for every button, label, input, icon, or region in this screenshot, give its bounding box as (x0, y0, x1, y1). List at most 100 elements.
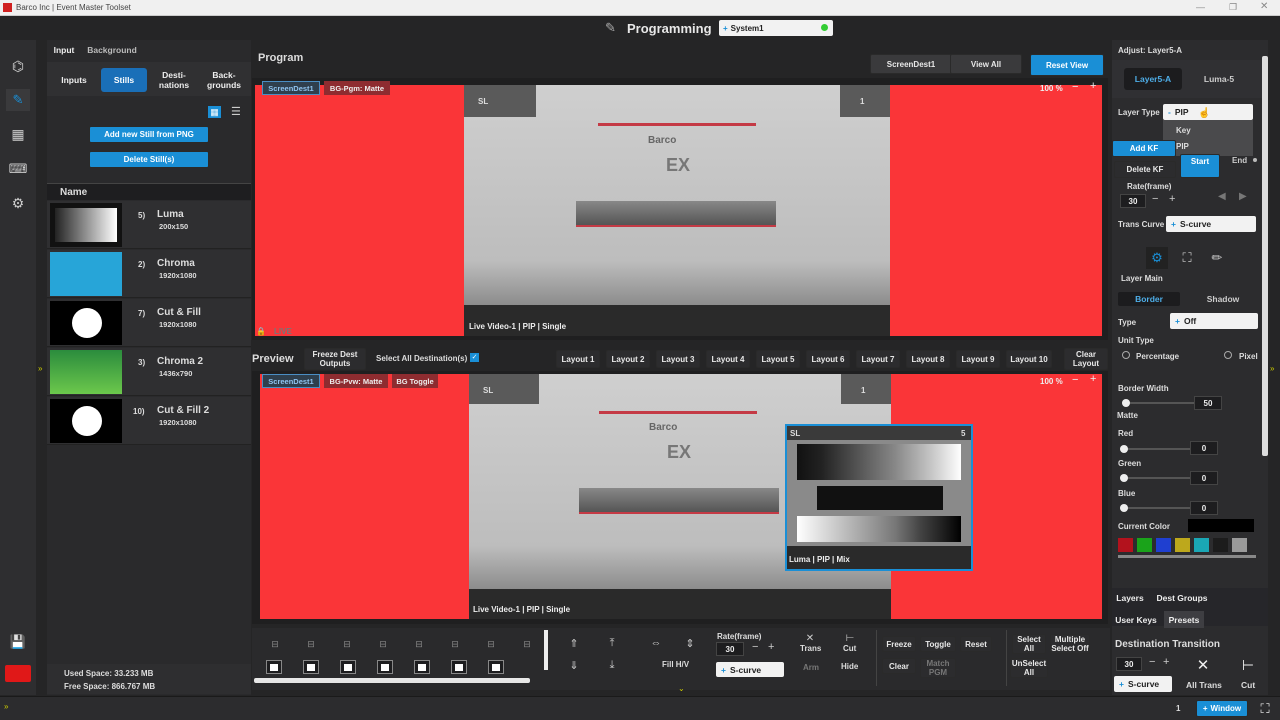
crop-icon[interactable]: ⛶ (1176, 247, 1198, 269)
system-selector[interactable]: + System1 (719, 20, 833, 36)
align-center-v-icon[interactable]: ⊟ (300, 636, 322, 652)
toolbar-curve-select[interactable]: + S-curve (716, 662, 784, 677)
cut-icon[interactable]: ⊢ (840, 632, 860, 644)
layout-button-8[interactable]: Layout 8 (906, 350, 950, 368)
program-canvas[interactable]: SL 1 Barco EX Live Video-1 | PIP | Singl… (252, 78, 1108, 340)
still-list-item[interactable]: 10) Cut & Fill 2 1920x1080 (47, 397, 251, 445)
blue-input[interactable]: 0 (1190, 501, 1218, 515)
subtab-stills[interactable]: Stills (101, 68, 147, 92)
blue-slider[interactable] (1120, 504, 1196, 512)
trans-label[interactable]: Trans (800, 644, 821, 653)
right-collapse-arrow[interactable]: » (1270, 364, 1274, 373)
bg-toggle-tag[interactable]: BG Toggle (392, 374, 438, 388)
distribute-h-icon[interactable]: ⊟ (480, 636, 502, 652)
slider-knob[interactable] (1122, 399, 1130, 407)
bring-forward-icon[interactable]: ⇑ (564, 634, 584, 652)
preview-canvas[interactable]: SL 1 Barco EX Live Video-1 | PIP | Singl… (252, 371, 1108, 624)
type-select[interactable]: + Off (1170, 313, 1258, 329)
clear-layout-button[interactable]: Clear Layout (1064, 348, 1108, 370)
size-preset-icon[interactable] (451, 660, 467, 674)
size-preset-icon[interactable] (340, 660, 356, 674)
percentage-radio[interactable] (1122, 351, 1130, 359)
dest-rate-input[interactable]: 30 (1116, 657, 1142, 671)
tab-dest-groups[interactable]: Dest Groups (1154, 590, 1210, 605)
add-still-button[interactable]: Add new Still from PNG (89, 126, 209, 143)
close-icon[interactable]: ✕ (1260, 1, 1268, 12)
still-list-item[interactable]: 7) Cut & Fill 1920x1080 (47, 299, 251, 347)
horizontal-scrollbar[interactable] (254, 678, 530, 683)
brush-icon[interactable]: ✏ (1206, 247, 1228, 269)
devices-icon[interactable]: ⌬ (6, 55, 30, 77)
view-all-button[interactable]: View All (950, 54, 1022, 74)
tab-input[interactable]: Input (49, 43, 79, 57)
palette-swatch[interactable] (1175, 538, 1190, 552)
size-preset-icon[interactable] (303, 660, 319, 674)
grid-view-icon[interactable]: ▦ (208, 106, 221, 118)
toolbar-expand-arrow[interactable]: ⌄ (678, 684, 685, 693)
toolbar-rate-input[interactable]: 30 (716, 642, 744, 656)
align-right-icon[interactable]: ⊟ (336, 636, 358, 652)
select-all-button[interactable]: Select All (1012, 634, 1046, 654)
border-width-slider[interactable] (1122, 399, 1198, 407)
freeze-button[interactable]: Freeze (882, 636, 916, 652)
fill-h-icon[interactable]: ⇔ (646, 634, 666, 652)
still-list-item[interactable]: 5) Luma 200x150 (47, 201, 251, 249)
size-preset-icon[interactable] (414, 660, 430, 674)
tab-luma5[interactable]: Luma-5 (1190, 68, 1248, 90)
palette-swatch[interactable] (1156, 538, 1171, 552)
tab-layers[interactable]: Layers (1114, 590, 1146, 605)
layout-button-3[interactable]: Layout 3 (656, 350, 700, 368)
align-bottom-icon[interactable]: ⊟ (444, 636, 466, 652)
toolbar-rate-plus[interactable]: + (768, 641, 774, 653)
palette-swatch[interactable] (1232, 538, 1247, 552)
select-all-destinations[interactable]: Select All Destination(s) (376, 354, 467, 363)
palette-swatch[interactable] (1194, 538, 1209, 552)
dropdown-option-key[interactable]: Key (1176, 126, 1191, 135)
layer-settings-icon[interactable]: ⚙ (1146, 247, 1168, 269)
controller-icon[interactable]: ⌨ (6, 158, 30, 180)
next-kf-icon[interactable]: ▶ (1239, 191, 1247, 202)
dest-rate-minus[interactable]: − (1149, 656, 1155, 668)
restore-icon[interactable]: ❐ (1229, 2, 1237, 13)
layout-button-9[interactable]: Layout 9 (956, 350, 1000, 368)
program-dest-tag[interactable]: ScreenDest1 (262, 81, 320, 95)
still-list-item[interactable]: 2) Chroma 1920x1080 (47, 250, 251, 298)
select-all-checkbox[interactable]: ✓ (470, 353, 479, 362)
delete-kf-button[interactable]: Delete KF (1114, 161, 1176, 178)
layout-button-6[interactable]: Layout 6 (806, 350, 850, 368)
all-trans-label[interactable]: All Trans (1186, 680, 1222, 690)
match-pgm-button[interactable]: Match PGM (920, 658, 956, 678)
save-icon[interactable]: 💾 (6, 631, 30, 653)
green-input[interactable]: 0 (1190, 471, 1218, 485)
align-middle-icon[interactable]: ⊟ (408, 636, 430, 652)
window-button[interactable]: + Window (1196, 700, 1248, 717)
arm-label[interactable]: Arm (803, 663, 819, 672)
trans-curve-select[interactable]: + S-curve (1166, 216, 1256, 232)
dropdown-option-pip[interactable]: PIP (1176, 142, 1189, 151)
size-preset-icon[interactable] (266, 660, 282, 674)
bring-to-front-icon[interactable]: ⤒ (602, 634, 622, 652)
subtab-backgrounds[interactable]: Back- grounds (201, 68, 247, 92)
start-kf-button[interactable]: Start (1180, 154, 1220, 178)
trans-icon[interactable]: ✕ (800, 632, 820, 644)
tab-user-keys[interactable]: User Keys (1114, 612, 1158, 627)
reset-view-button[interactable]: Reset View (1030, 54, 1104, 76)
unselect-all-button[interactable]: UnSelect All (1010, 658, 1048, 678)
cut-transition-label[interactable]: Cut (1241, 680, 1255, 690)
multiviewer-icon[interactable]: ▦ (6, 123, 30, 145)
palette-swatch[interactable] (1118, 538, 1133, 552)
layout-button-7[interactable]: Layout 7 (856, 350, 900, 368)
preview-dest-tag[interactable]: ScreenDest1 (262, 374, 320, 388)
layout-button-4[interactable]: Layout 4 (706, 350, 750, 368)
left-collapse-arrow[interactable]: » (38, 364, 42, 373)
freeze-dest-button[interactable]: Freeze Dest Outputs (304, 348, 366, 370)
hide-label[interactable]: Hide (841, 662, 858, 671)
tab-border[interactable]: Border (1118, 292, 1180, 306)
tab-background[interactable]: Background (87, 43, 137, 57)
send-backward-icon[interactable]: ⇓ (564, 656, 584, 674)
toggle-button[interactable]: Toggle (920, 636, 956, 652)
slider-knob[interactable] (1120, 445, 1128, 453)
settings-icon[interactable]: ⚙ (6, 192, 30, 214)
program-zoom-out-icon[interactable]: − (1072, 81, 1078, 93)
size-preset-icon[interactable] (488, 660, 504, 674)
